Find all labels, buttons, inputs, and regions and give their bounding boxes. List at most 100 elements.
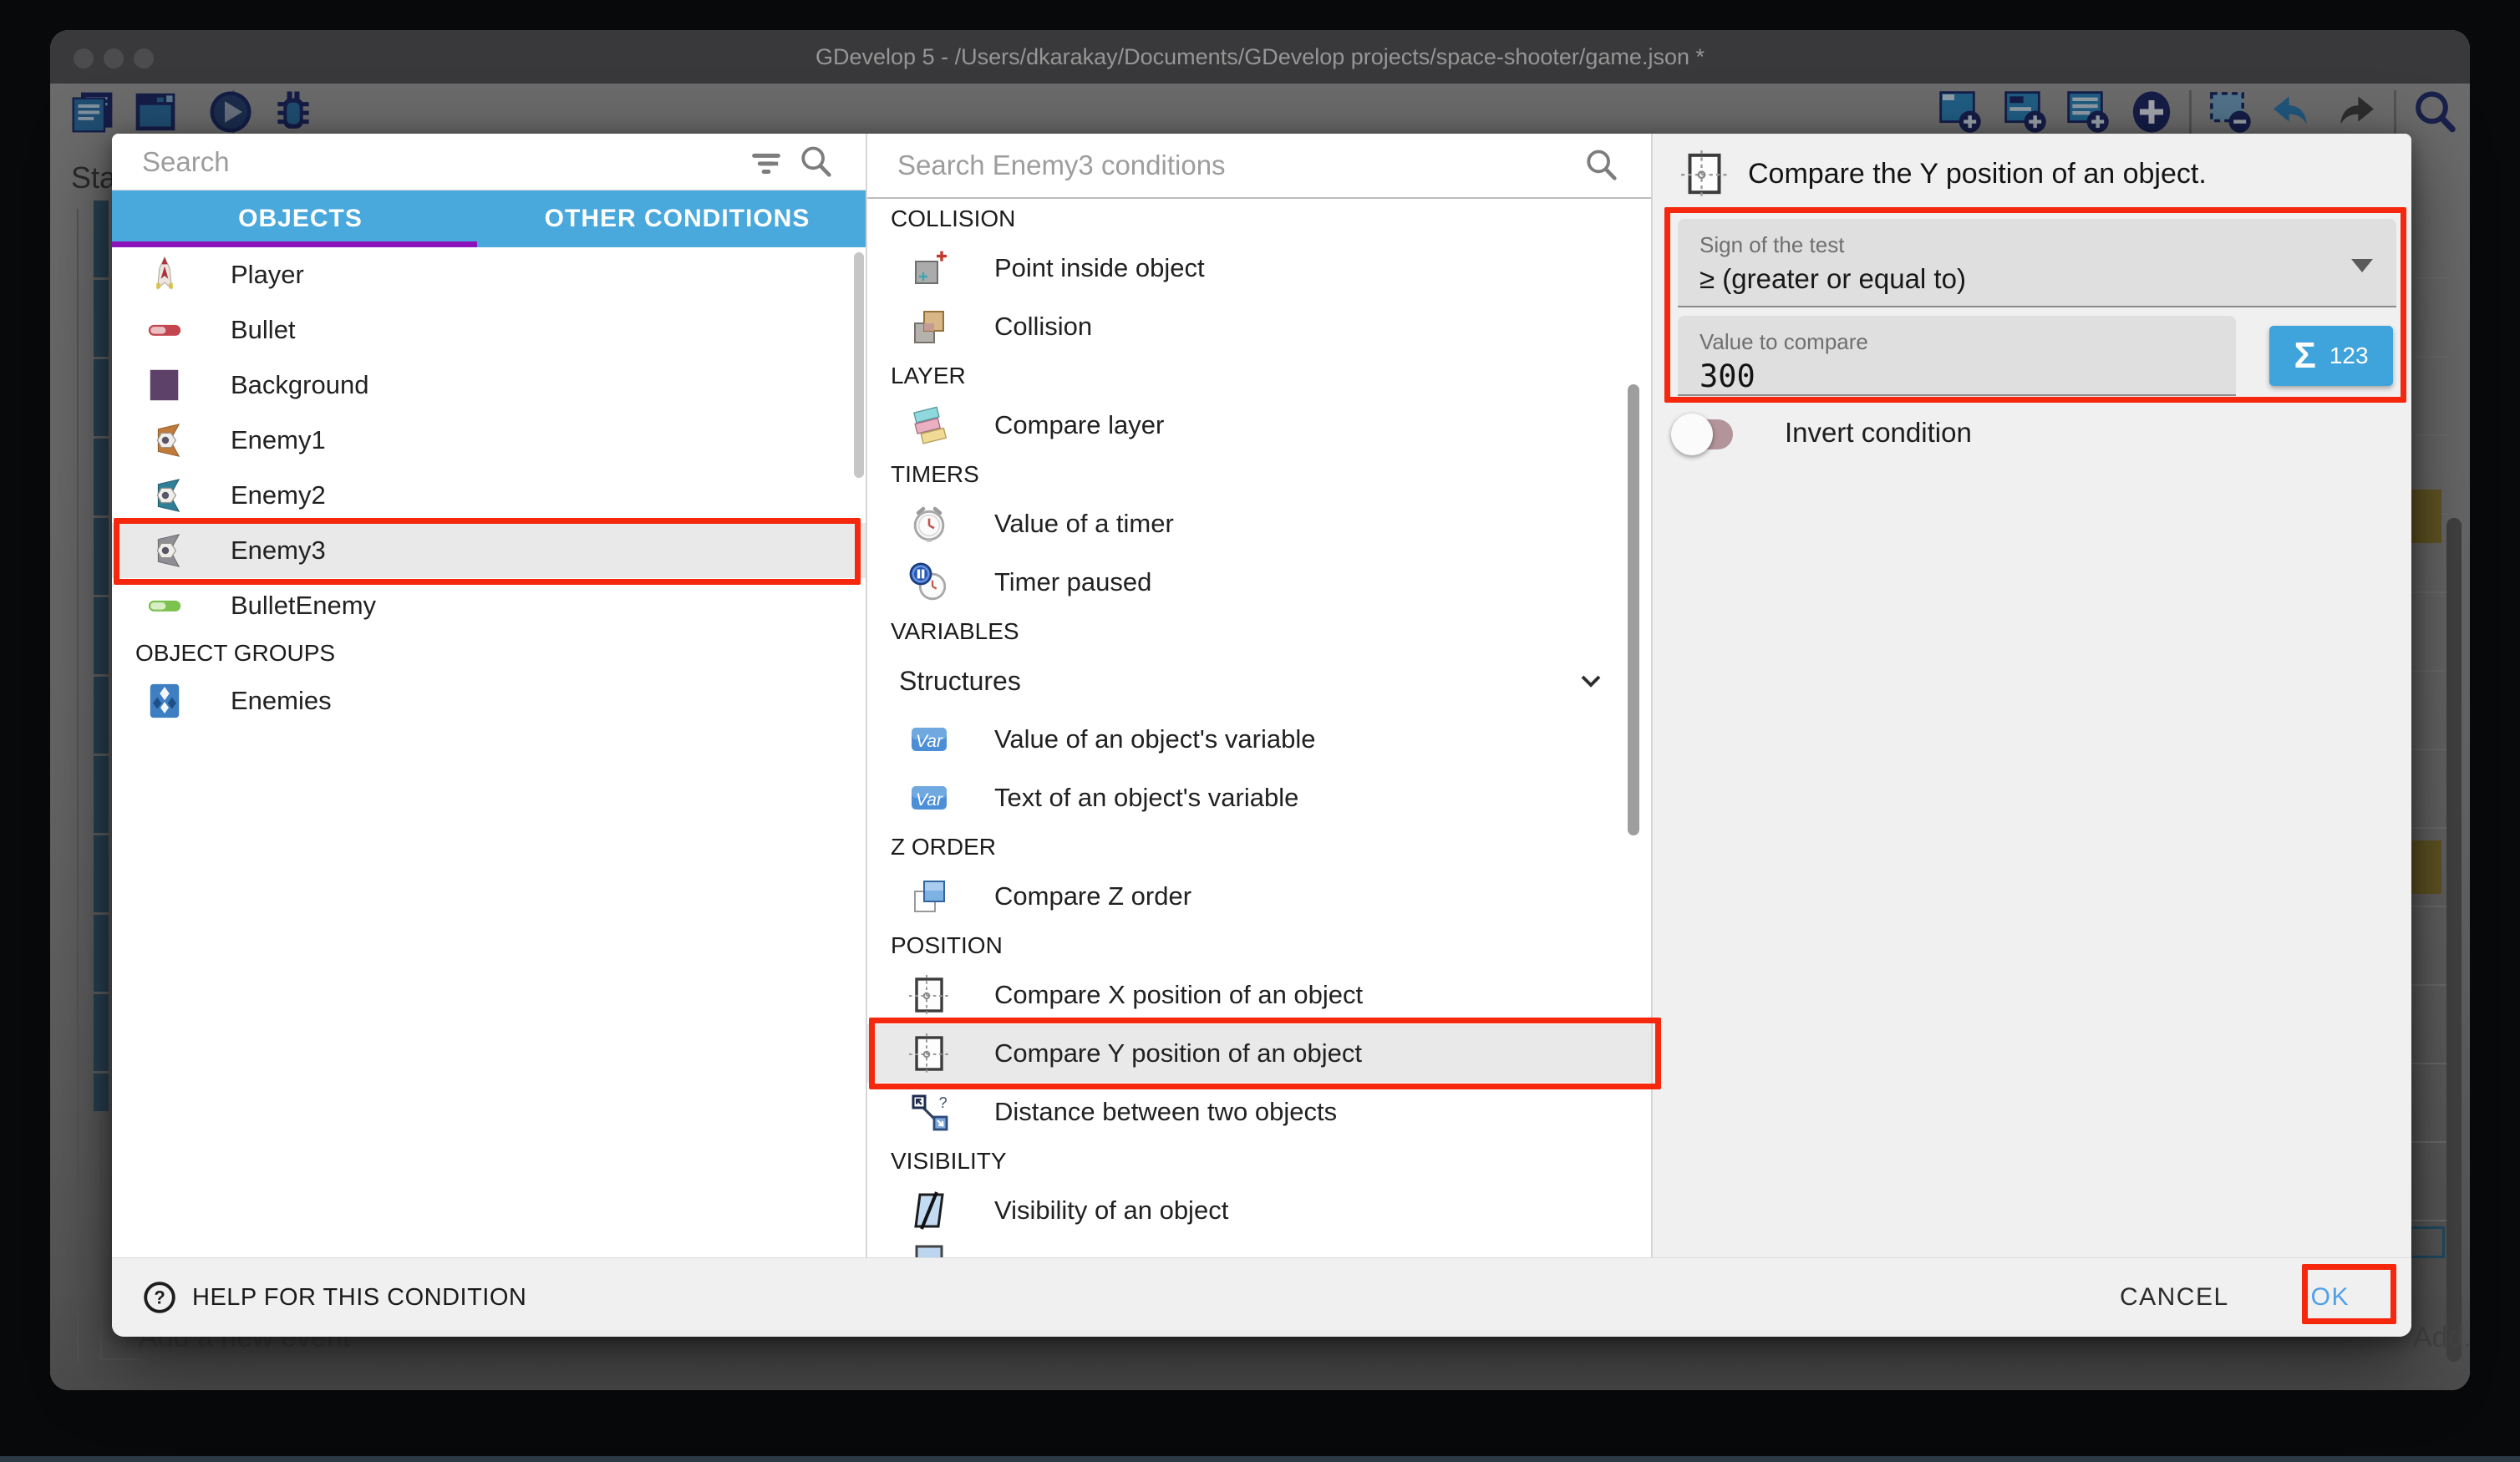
condition-row-distance-between-two-objects[interactable]: ?Distance between two objects <box>867 1083 1651 1141</box>
invert-condition-label: Invert condition <box>1785 417 1972 449</box>
bullet-red-icon <box>145 311 184 349</box>
objects-scrollbar[interactable] <box>854 252 864 478</box>
object-row-background[interactable]: Background <box>112 358 866 413</box>
collision-icon <box>909 307 949 347</box>
object-row-player[interactable]: Player <box>112 247 866 302</box>
object-row-enemy3[interactable]: Enemy3 <box>112 523 866 578</box>
tab-other-conditions[interactable]: OTHER CONDITIONS <box>489 190 866 247</box>
condition-row-point-inside-object[interactable]: Point inside object <box>867 239 1651 297</box>
invert-condition-row: Invert condition <box>1678 409 1972 456</box>
condition-label: Text of an object's variable <box>994 783 1298 813</box>
value-to-compare-input[interactable] <box>1678 355 2180 394</box>
player-ship-icon <box>145 256 184 294</box>
ok-button[interactable]: OK <box>2303 1272 2358 1323</box>
objects-search-input[interactable] <box>112 134 747 190</box>
object-row-bulletenemy[interactable]: BulletEnemy <box>112 578 866 633</box>
variable-icon: Var <box>909 778 949 818</box>
condition-row-text-of-an-object-s-variable[interactable]: Var Text of an object's variable <box>867 769 1651 827</box>
background-icon <box>145 366 184 404</box>
conditions-list: COLLISION Point inside object CollisionLAY… <box>867 199 1651 1257</box>
section-header-collision: COLLISION <box>867 199 1651 239</box>
enemy1-ship-icon <box>145 421 184 459</box>
conditions-panel: COLLISION Point inside object CollisionLAY… <box>866 134 1653 1257</box>
group-row-enemies[interactable]: Enemies <box>112 673 866 728</box>
condition-label: Value of a timer <box>994 509 1174 539</box>
condition-label: Compare Y position of an object <box>994 1038 1362 1069</box>
timer-paused-icon <box>909 562 949 602</box>
position-icon <box>909 1033 949 1074</box>
condition-row-collision[interactable]: Collision <box>867 297 1651 356</box>
section-header-position: POSITION <box>867 926 1651 966</box>
conditions-search-bar <box>867 134 1651 199</box>
instruction-editor-dialog: OBJECTS OTHER CONDITIONS Player Bullet Bac… <box>112 134 2411 1337</box>
condition-row-compare-z-order[interactable]: Compare Z order <box>867 867 1651 926</box>
search-icon <box>797 143 836 181</box>
object-label: Enemy2 <box>231 480 326 510</box>
field-label: Value to compare <box>1678 316 2236 355</box>
condition-row-compare-layer[interactable]: Compare layer <box>867 396 1651 454</box>
variable-icon: Var <box>909 719 949 759</box>
point-inside-icon <box>909 248 949 288</box>
section-header-layer: LAYER <box>867 356 1651 396</box>
invert-condition-toggle[interactable] <box>1678 419 1733 449</box>
object-label: Bullet <box>231 315 296 345</box>
objects-panel: OBJECTS OTHER CONDITIONS Player Bullet Bac… <box>112 134 866 1257</box>
object-list: Player Bullet Background Enemy1 Enemy2 Enemy3… <box>112 247 866 1257</box>
condition-detail-panel: Compare the Y position of an object. Sig… <box>1653 134 2411 1257</box>
search-icon <box>1583 146 1621 185</box>
object-row-bullet[interactable]: Bullet <box>112 302 866 358</box>
position-icon <box>909 975 949 1015</box>
section-header-z-order: Z ORDER <box>867 827 1651 867</box>
object-label: Background <box>231 370 368 400</box>
object-row-enemy1[interactable]: Enemy1 <box>112 413 866 468</box>
object-group-icon <box>145 682 184 720</box>
condition-label: Compare layer <box>994 410 1164 440</box>
condition-row-structures[interactable]: Structures <box>867 652 1651 710</box>
expression-button-label: 123 <box>2329 343 2369 369</box>
cancel-button[interactable]: CANCEL <box>2111 1272 2238 1323</box>
section-header-variables: VARIABLES <box>867 612 1651 652</box>
object-label: Enemy3 <box>231 536 326 566</box>
dialog-footer: ? HELP FOR THIS CONDITION CANCEL OK <box>112 1257 2411 1337</box>
svg-text:?: ? <box>154 1287 165 1308</box>
filter-icon[interactable] <box>747 143 785 181</box>
condition-row-value-of-an-object-s-variable[interactable]: VarValue of an object's variable <box>867 710 1651 769</box>
layers-icon <box>909 405 949 445</box>
object-label: BulletEnemy <box>231 591 376 621</box>
section-header-timers: TIMERS <box>867 454 1651 495</box>
group-label: Enemies <box>231 686 332 716</box>
position-icon <box>1681 150 1728 197</box>
conditions-search-input[interactable] <box>867 134 1583 197</box>
svg-text:Var: Var <box>916 732 943 751</box>
object-label: Enemy1 <box>231 425 326 455</box>
condition-label: Timer paused <box>994 567 1151 597</box>
tab-objects[interactable]: OBJECTS <box>112 190 489 247</box>
help-label: HELP FOR THIS CONDITION <box>192 1284 526 1312</box>
expression-editor-button[interactable]: Σ 123 <box>2269 326 2393 386</box>
help-link[interactable]: ? HELP FOR THIS CONDITION <box>142 1280 526 1315</box>
condition-label: Point inside object <box>994 253 1205 283</box>
condition-row-partial[interactable] <box>867 1240 1651 1257</box>
condition-row-visibility-of-an-object[interactable]: Visibility of an object <box>867 1181 1651 1240</box>
distance-icon: ? <box>909 1092 949 1132</box>
svg-text:Var: Var <box>916 790 943 810</box>
condition-title: Compare the Y position of an object. <box>1748 158 2207 190</box>
condition-row-compare-y-position-of-an-object[interactable]: Compare Y position of an object <box>867 1024 1651 1083</box>
sign-of-test-select[interactable]: Sign of the test ≥ (greater or equal to) <box>1678 219 2396 307</box>
bullet-green-icon <box>145 586 184 625</box>
chevron-down-icon[interactable] <box>1574 664 1608 698</box>
field-label: Sign of the test <box>1678 219 2396 258</box>
sign-of-test-value: ≥ (greater or equal to) <box>1678 258 2396 295</box>
objects-search-bar <box>112 134 866 190</box>
condition-label: Structures <box>899 666 1021 697</box>
timer-icon <box>909 504 949 544</box>
condition-row-timer-paused[interactable]: Timer paused <box>867 553 1651 612</box>
object-label: Player <box>231 260 304 290</box>
condition-row-value-of-a-timer[interactable]: Value of a timer <box>867 495 1651 553</box>
value-to-compare-field: Value to compare <box>1678 316 2236 396</box>
help-icon: ? <box>142 1280 177 1315</box>
conditions-scrollbar[interactable] <box>1628 384 1639 835</box>
object-row-enemy2[interactable]: Enemy2 <box>112 468 866 523</box>
condition-row-compare-x-position-of-an-object[interactable]: Compare X position of an object <box>867 966 1651 1024</box>
z-order-icon <box>909 876 949 916</box>
